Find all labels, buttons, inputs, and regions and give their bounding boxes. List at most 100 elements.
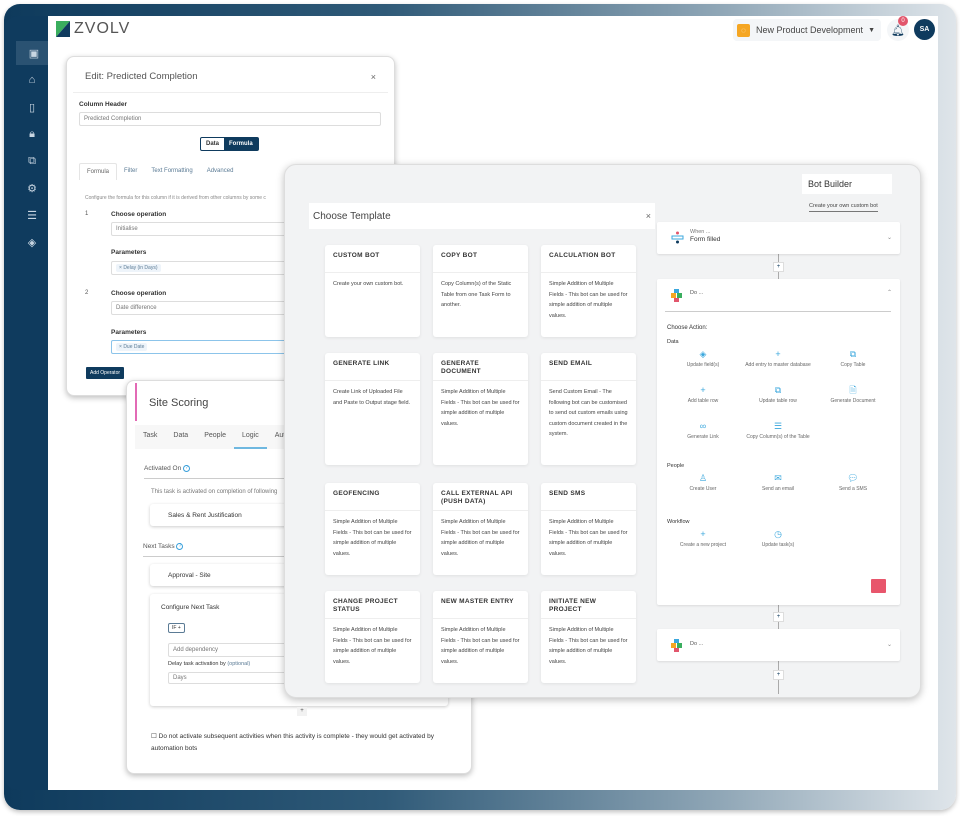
add-operator-button[interactable]: Add Operator — [86, 367, 125, 379]
template-card-title: GENERATE LINK — [325, 353, 420, 381]
template-card-title: CHANGE PROJECT STATUS — [325, 591, 420, 619]
puzzle-icon — [671, 639, 682, 652]
tab-people[interactable]: People — [196, 425, 234, 449]
chat-icon: 💬︎ — [847, 473, 859, 483]
action-add-table-row[interactable]: + Add table row — [663, 385, 743, 404]
template-card-description: Simple Addition of Multiple Fields - Thi… — [333, 519, 412, 557]
template-card[interactable]: CUSTOM BOT Create your own custom bot. — [325, 245, 420, 337]
sidebar-item-lock[interactable]: 🔒︎ — [16, 122, 48, 146]
action-send-a-sms[interactable]: 💬︎ Send a SMS — [813, 473, 893, 492]
delete-action-button[interactable] — [871, 579, 886, 593]
template-card[interactable]: INITIATE NEW PROJECT Simple Addition of M… — [541, 591, 636, 683]
add-step-button[interactable]: + — [773, 670, 784, 680]
tab-data[interactable]: Data — [165, 425, 196, 449]
create-custom-bot-link[interactable]: Create your own custom bot — [809, 203, 878, 212]
action-update-field-s[interactable]: ◈ Update field(s) — [663, 349, 743, 368]
plus-icon: + — [775, 349, 781, 359]
toggle-formula[interactable]: Formula — [224, 138, 258, 150]
sidebar-item-storage[interactable]: ☰ — [16, 203, 48, 227]
tab-advanced[interactable]: Advanced — [200, 163, 241, 180]
action-copy-table[interactable]: ⧉ Copy Table — [813, 349, 893, 368]
close-icon[interactable]: × — [646, 211, 651, 221]
activated-task-card[interactable]: Sales & Rent Justification — [150, 504, 290, 526]
when-label: When ... — [690, 229, 711, 235]
action-create-a-new-project[interactable]: + Create a new project — [663, 529, 743, 548]
template-card-description: Simple Addition of Multiple Fields - Thi… — [441, 627, 520, 665]
template-card-description: Simple Addition of Multiple Fields - Thi… — [441, 389, 520, 427]
action-label: Copy Table — [840, 362, 866, 368]
add-dependency-input[interactable]: Add dependency — [168, 643, 288, 657]
choose-action-label: Choose Action: — [667, 325, 708, 331]
next-task-card[interactable]: Approval - Site — [150, 564, 290, 586]
column-header-label: Column Header — [79, 101, 128, 108]
chevron-down-icon[interactable]: ⌄ — [887, 234, 892, 241]
template-card[interactable]: NEW MASTER ENTRY Simple Addition of Multi… — [433, 591, 528, 683]
chevron-up-icon[interactable]: ⌃ — [887, 289, 892, 296]
bot-builder-title: Bot Builder — [802, 174, 892, 194]
toggle-data[interactable]: Data — [201, 138, 224, 150]
template-card[interactable]: SEND EMAIL Send Custom Email - The follow… — [541, 353, 636, 465]
action-generate-link[interactable]: ∞ Generate Link — [663, 421, 743, 440]
template-card[interactable]: GENERATE DOCUMENT Simple Addition of Mult… — [433, 353, 528, 465]
template-card[interactable]: COPY BOT Copy Column(s) of the Static Tab… — [433, 245, 528, 337]
sidebar-item-clipboard[interactable]: ▯ — [16, 95, 48, 119]
parameter-chip[interactable]: × Due Date — [116, 343, 148, 351]
tab-text-formatting[interactable]: Text Formatting — [144, 163, 199, 180]
avatar[interactable]: SA — [914, 19, 935, 40]
logo[interactable]: ZVOLV — [56, 20, 130, 38]
close-icon[interactable]: × — [371, 72, 376, 82]
action-generate-document[interactable]: 🗎︎ Generate Document — [813, 385, 893, 404]
action-update-table-row[interactable]: ⧉ Update table row — [738, 385, 818, 404]
add-step-button[interactable]: + — [773, 262, 784, 272]
template-card[interactable]: GEOFENCING Simple Addition of Multiple Fi… — [325, 483, 420, 575]
delay-label: Delay task activation by (optional) — [168, 661, 250, 667]
parameter-chip-label: Delay (in Days) — [123, 265, 158, 271]
action-update-task-s[interactable]: ◷ Update task(s) — [738, 529, 818, 548]
info-icon[interactable]: ? — [176, 543, 184, 550]
template-card[interactable]: GENERATE LINK Create Link of Uploaded Fil… — [325, 353, 420, 465]
skip-activation-checkbox[interactable]: ☐ Do not activate subsequent activities … — [151, 731, 441, 755]
tab-logic[interactable]: Logic — [234, 425, 267, 449]
chevron-down-icon[interactable]: ⌄ — [887, 641, 892, 648]
column-header-input[interactable]: Predicted Completion — [79, 112, 381, 126]
do-action-card-collapsed[interactable]: Do ... ⌄ — [657, 629, 900, 661]
template-card[interactable]: CALL EXTERNAL API (PUSH DATA) Simple Addi… — [433, 483, 528, 575]
site-panel-title: Site Scoring — [149, 397, 209, 409]
if-condition-button[interactable]: IF + — [168, 623, 185, 633]
tab-task[interactable]: Task — [135, 425, 165, 449]
add-next-task-button[interactable]: + — [297, 707, 307, 716]
info-icon[interactable]: ? — [183, 465, 191, 472]
tab-formula[interactable]: Formula — [79, 163, 118, 180]
sidebar-item-copy[interactable]: ⧉ — [16, 149, 48, 173]
when-trigger-card[interactable]: When ... Form filled ⌄ — [657, 222, 900, 254]
sidebar-item-inbox[interactable]: ⌂ — [16, 68, 48, 92]
template-card-description: Create Link of Uploaded File and Paste t… — [333, 389, 411, 406]
do-label: Do ... — [690, 290, 704, 296]
template-card[interactable]: CALCULATION BOT Simple Addition of Multip… — [541, 245, 636, 337]
add-step-button[interactable]: + — [773, 612, 784, 622]
sidebar-item-layers[interactable]: ◈ — [16, 230, 48, 254]
activated-on-text: Activated On — [144, 465, 182, 473]
checkbox[interactable]: ☐ — [151, 733, 157, 740]
user-icon: ♙ — [698, 473, 708, 483]
mail-icon: ✉ — [774, 473, 782, 483]
project-name: New Product Development — [756, 25, 864, 35]
sidebar-item-settings[interactable]: ⚙ — [16, 176, 48, 200]
template-card[interactable]: SEND SMS Simple Addition of Multiple Fiel… — [541, 483, 636, 575]
action-label: Add table row — [687, 398, 719, 404]
sidebar-item-dashboard[interactable]: ▣ — [16, 41, 54, 65]
activated-on-label: Activated On ? — [144, 465, 191, 473]
optional-tag: (optional) — [227, 661, 251, 667]
parameter-chip[interactable]: × Delay (in Days) — [116, 264, 161, 272]
action-copy-column-s-of-the-table[interactable]: ☰ Copy Column(s) of the Table — [738, 421, 818, 440]
project-selector[interactable]: ◌ New Product Development ▼ — [733, 19, 881, 41]
delay-units-select[interactable]: Days — [168, 672, 288, 684]
action-create-user[interactable]: ♙ Create User — [663, 473, 743, 492]
tab-filter[interactable]: Filter — [117, 163, 144, 180]
template-card-title: CUSTOM BOT — [325, 245, 420, 273]
template-title: Choose Template — [313, 210, 391, 222]
action-send-an-email[interactable]: ✉ Send an email — [738, 473, 818, 492]
template-card[interactable]: CHANGE PROJECT STATUS Simple Addition of … — [325, 591, 420, 683]
template-card-title: NEW MASTER ENTRY — [433, 591, 528, 619]
action-add-entry-to-master-database[interactable]: + Add entry to master database — [738, 349, 818, 368]
